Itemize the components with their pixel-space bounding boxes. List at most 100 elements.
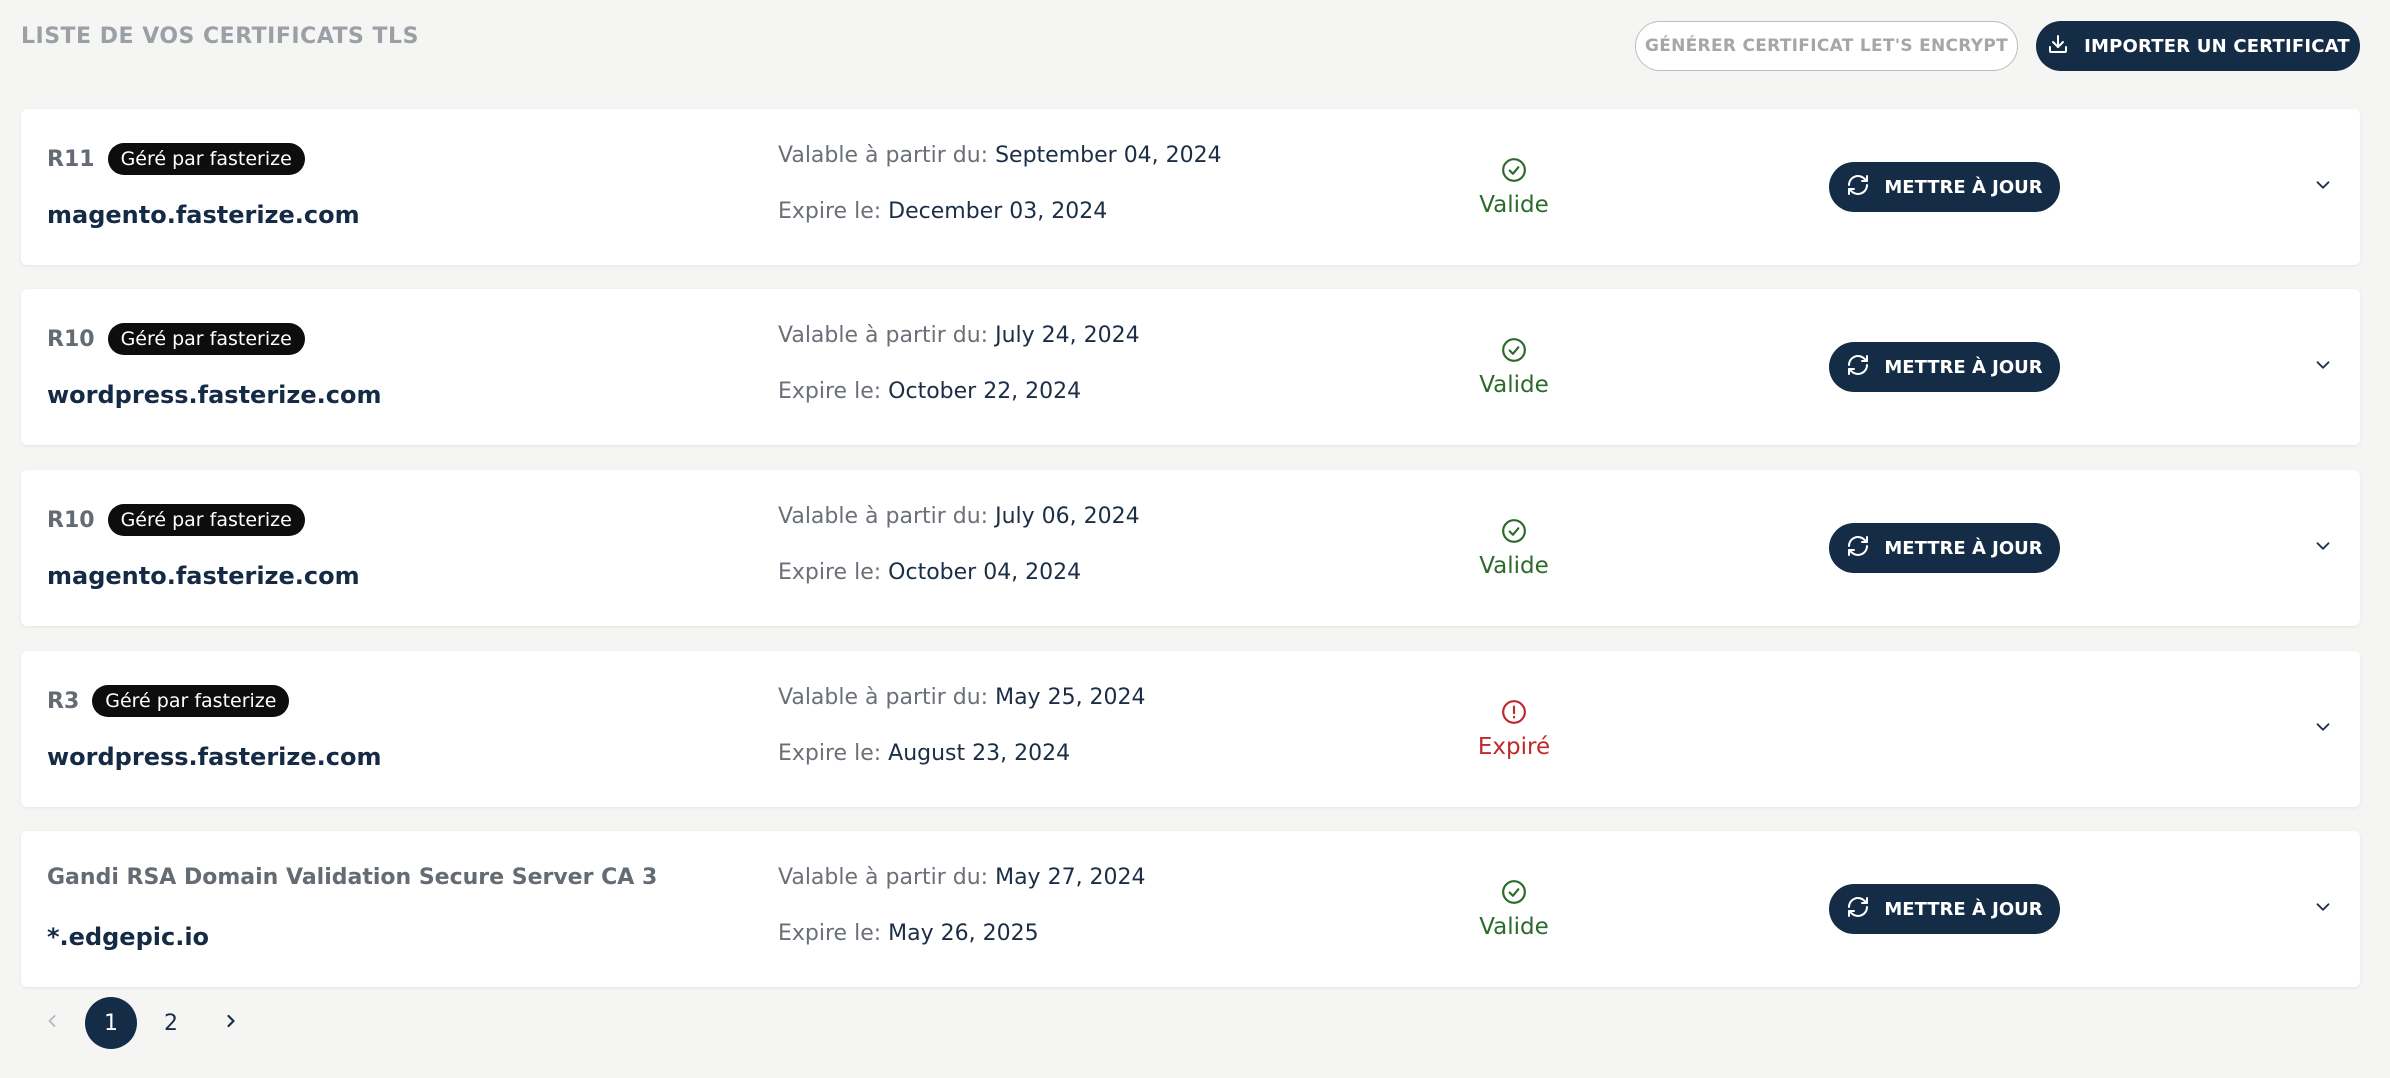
valid-from-label: Valable à partir du: [778, 685, 989, 710]
expand-chevron[interactable] [2309, 895, 2337, 923]
expires-on: Expire le: August 23, 2024 [778, 741, 1070, 766]
chevron-down-icon [2312, 896, 2334, 922]
status-badge: Valide [1464, 518, 1564, 579]
chevron-down-icon [2312, 174, 2334, 200]
update-button-label: METTRE À JOUR [1884, 356, 2043, 378]
valid-from-label: Valable à partir du: [778, 865, 989, 890]
alert-circle-icon [1501, 699, 1527, 731]
expires-date: May 26, 2025 [888, 921, 1039, 946]
certificates-page: LISTE DE VOS CERTIFICATS TLS GÉNÉRER CER… [0, 0, 2390, 1078]
issuer-name: Gandi RSA Domain Validation Secure Serve… [47, 865, 658, 890]
expand-chevron[interactable] [2309, 353, 2337, 381]
update-button[interactable]: METTRE À JOUR [1829, 342, 2060, 392]
check-circle-icon [1501, 518, 1527, 550]
check-circle-icon [1501, 337, 1527, 369]
pagination-page-2[interactable]: 2 [145, 997, 197, 1049]
page-title: LISTE DE VOS CERTIFICATS TLS [21, 24, 419, 49]
valid-from: Valable à partir du: July 06, 2024 [778, 504, 1140, 529]
refresh-icon [1846, 353, 1870, 382]
chevron-down-icon [2312, 716, 2334, 742]
pagination-page-1[interactable]: 1 [85, 997, 137, 1049]
issuer-line: R10 Géré par fasterize [47, 504, 305, 536]
certificate-card: R10 Géré par fasterize magento.fasterize… [21, 470, 2360, 626]
status-badge: Valide [1464, 879, 1564, 940]
valid-from-label: Valable à partir du: [778, 143, 989, 168]
update-button[interactable]: METTRE À JOUR [1829, 523, 2060, 573]
issuer-line: R3 Géré par fasterize [47, 685, 290, 717]
valid-from: Valable à partir du: May 27, 2024 [778, 865, 1146, 890]
update-button-label: METTRE À JOUR [1884, 176, 2043, 198]
issuer-name: R11 [47, 146, 95, 172]
valid-from-label: Valable à partir du: [778, 323, 989, 348]
managed-badge: Géré par fasterize [107, 504, 305, 536]
status-label: Valide [1479, 192, 1549, 218]
update-button-label: METTRE À JOUR [1884, 898, 2043, 920]
issuer-line: R11 Géré par fasterize [47, 143, 305, 175]
download-icon [2046, 32, 2070, 61]
valid-from: Valable à partir du: July 24, 2024 [778, 323, 1140, 348]
update-button[interactable]: METTRE À JOUR [1829, 884, 2060, 934]
generate-lets-encrypt-button[interactable]: GÉNÉRER CERTIFICAT LET'S ENCRYPT [1635, 21, 2018, 71]
check-circle-icon [1501, 879, 1527, 911]
valid-from-date: May 25, 2024 [995, 685, 1146, 710]
expires-on: Expire le: May 26, 2025 [778, 921, 1039, 946]
status-badge: Expiré [1464, 699, 1564, 760]
status-badge: Valide [1464, 157, 1564, 218]
issuer-name: R10 [47, 507, 95, 533]
expires-date: August 23, 2024 [888, 741, 1071, 766]
certificate-domain: *.edgepic.io [47, 923, 210, 951]
issuer-name: R3 [47, 688, 80, 714]
check-circle-icon [1501, 157, 1527, 189]
expires-label: Expire le: [778, 741, 882, 766]
expires-label: Expire le: [778, 560, 882, 585]
expand-chevron[interactable] [2309, 715, 2337, 743]
expires-on: Expire le: December 03, 2024 [778, 199, 1107, 224]
chevron-down-icon [2312, 535, 2334, 561]
refresh-icon [1846, 895, 1870, 924]
certificate-domain: wordpress.fasterize.com [47, 381, 382, 409]
valid-from-date: May 27, 2024 [995, 865, 1146, 890]
expires-on: Expire le: October 22, 2024 [778, 379, 1081, 404]
valid-from: Valable à partir du: September 04, 2024 [778, 143, 1222, 168]
issuer-name: R10 [47, 326, 95, 352]
import-button-label: IMPORTER UN CERTIFICAT [2084, 35, 2350, 57]
chevron-down-icon [2312, 354, 2334, 380]
valid-from-date: July 24, 2024 [995, 323, 1140, 348]
update-button-label: METTRE À JOUR [1884, 537, 2043, 559]
issuer-line: Gandi RSA Domain Validation Secure Serve… [47, 865, 657, 890]
pagination-prev-button[interactable] [37, 1008, 67, 1038]
status-label: Valide [1479, 372, 1549, 398]
valid-from-label: Valable à partir du: [778, 504, 989, 529]
refresh-icon [1846, 173, 1870, 202]
generate-button-label: GÉNÉRER CERTIFICAT LET'S ENCRYPT [1644, 36, 2009, 56]
update-button[interactable]: METTRE À JOUR [1829, 162, 2060, 212]
import-certificate-button[interactable]: IMPORTER UN CERTIFICAT [2036, 21, 2360, 71]
status-badge: Valide [1464, 337, 1564, 398]
valid-from-date: September 04, 2024 [995, 143, 1222, 168]
valid-from-date: July 06, 2024 [995, 504, 1140, 529]
expires-on: Expire le: October 04, 2024 [778, 560, 1081, 585]
status-label: Valide [1479, 553, 1549, 579]
expires-label: Expire le: [778, 199, 882, 224]
expires-label: Expire le: [778, 921, 882, 946]
expires-label: Expire le: [778, 379, 882, 404]
managed-badge: Géré par fasterize [92, 685, 290, 717]
expand-chevron[interactable] [2309, 534, 2337, 562]
certificate-domain: magento.fasterize.com [47, 201, 360, 229]
status-label: Expiré [1477, 734, 1551, 760]
certificate-domain: magento.fasterize.com [47, 562, 360, 590]
issuer-line: R10 Géré par fasterize [47, 323, 305, 355]
status-label: Valide [1479, 914, 1549, 940]
managed-badge: Géré par fasterize [107, 143, 305, 175]
pagination-next-button[interactable] [216, 1008, 246, 1038]
certificate-card: R11 Géré par fasterize magento.fasterize… [21, 109, 2360, 265]
managed-badge: Géré par fasterize [107, 323, 305, 355]
certificate-card: R10 Géré par fasterize wordpress.fasteri… [21, 289, 2360, 445]
expires-date: October 04, 2024 [888, 560, 1082, 585]
expires-date: October 22, 2024 [888, 379, 1082, 404]
certificate-card: R3 Géré par fasterize wordpress.fasteriz… [21, 651, 2360, 807]
expires-date: December 03, 2024 [888, 199, 1108, 224]
valid-from: Valable à partir du: May 25, 2024 [778, 685, 1146, 710]
certificate-card: Gandi RSA Domain Validation Secure Serve… [21, 831, 2360, 987]
expand-chevron[interactable] [2309, 173, 2337, 201]
